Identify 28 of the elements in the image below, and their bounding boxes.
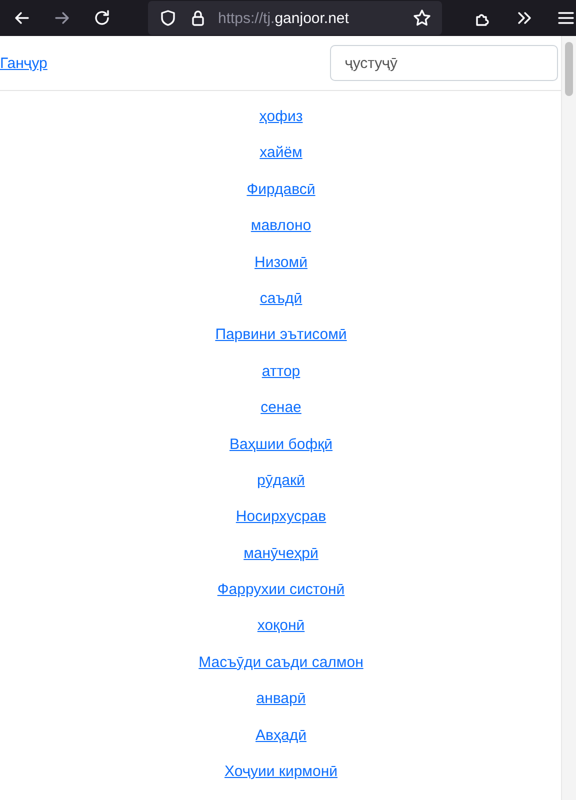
- site-link[interactable]: Ганҷур: [0, 54, 48, 72]
- scrollbar-thumb[interactable]: [565, 42, 573, 96]
- poet-link[interactable]: рӯдакӣ: [257, 472, 305, 489]
- poet-link[interactable]: Парвини эътисомӣ: [215, 326, 347, 344]
- poet-link[interactable]: Хоҷуии кирмонӣ: [224, 763, 338, 780]
- reload-icon[interactable]: [92, 8, 112, 28]
- poet-link[interactable]: сенае: [260, 399, 302, 416]
- address-bar[interactable]: https://tj.ganjoor.net: [148, 1, 442, 35]
- poet-link[interactable]: Авҳадӣ: [256, 726, 306, 744]
- poet-link[interactable]: ҳофиз: [259, 108, 303, 125]
- poet-link[interactable]: Фирдавсӣ: [246, 180, 316, 198]
- url-text: https://tj.ganjoor.net: [218, 10, 350, 26]
- poet-link[interactable]: Носирхусрав: [236, 508, 326, 526]
- poet-link[interactable]: хоқонӣ: [257, 617, 305, 634]
- poet-link[interactable]: Низомӣ: [254, 254, 308, 271]
- poet-link[interactable]: манӯчеҳрӣ: [244, 544, 318, 562]
- poet-link[interactable]: Масъӯди саъди салмон: [198, 654, 364, 671]
- poet-link[interactable]: Ваҳшии бофқӣ: [229, 436, 333, 453]
- star-icon[interactable]: [412, 8, 432, 28]
- poet-link[interactable]: Фаррухии систонӣ: [217, 581, 345, 598]
- poet-link[interactable]: мавлоно: [250, 217, 312, 234]
- shield-icon[interactable]: [158, 8, 178, 28]
- search-field[interactable]: ҷустуҷӯ: [330, 45, 558, 81]
- scrollbar[interactable]: [561, 36, 576, 800]
- poet-link[interactable]: анварӣ: [256, 690, 306, 708]
- poet-link[interactable]: хайём: [260, 144, 302, 162]
- poet-link[interactable]: саъдӣ: [260, 290, 302, 307]
- poet-link[interactable]: аттор: [262, 362, 300, 380]
